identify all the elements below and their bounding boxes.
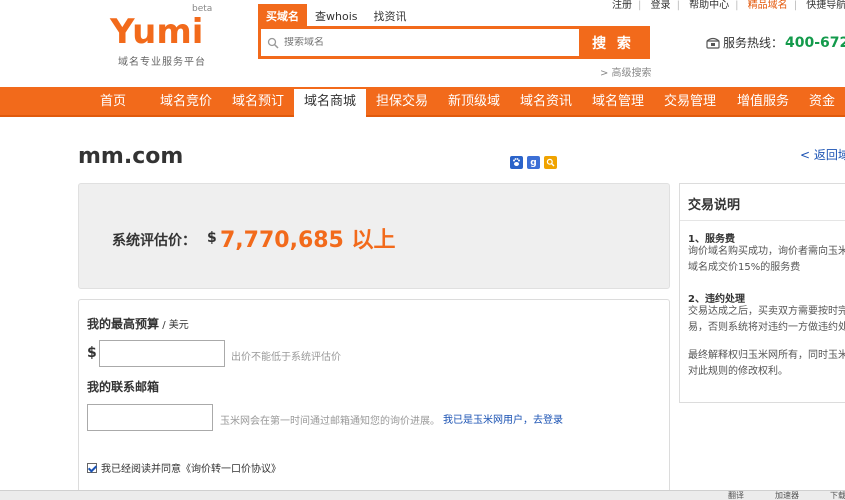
back-link[interactable]: < 返回域 bbox=[800, 146, 845, 163]
hotline-number: 400-672- bbox=[785, 34, 845, 51]
quick-nav-link[interactable]: 快捷导航 bbox=[806, 0, 845, 11]
section-text: 对此规则的修改权利。 bbox=[688, 366, 788, 377]
inquiry-form: 我的最高预算 / 美元 $ 出价不能低于系统评估价 我的联系邮箱 玉米网会在第一… bbox=[78, 299, 670, 500]
search-icon bbox=[267, 37, 279, 49]
help-center-link[interactable]: 帮助中心 bbox=[689, 0, 729, 11]
accelerator-button[interactable]: 加速器 bbox=[775, 490, 799, 500]
separator: | bbox=[735, 0, 739, 11]
email-label: 我的联系邮箱 bbox=[87, 380, 160, 394]
main-nav: 首页 域名竞价 域名预订 域名商城 担保交易 新顶级域 域名资讯 域名管理 交易… bbox=[0, 87, 845, 139]
section-text: 易，否则系统将对违约一方做违约处罚 bbox=[688, 322, 845, 333]
logo-tagline: 域名专业服务平台 bbox=[118, 57, 206, 68]
section-title: 1、服务费 bbox=[688, 234, 735, 245]
nav-domain-mall[interactable]: 域名商城 bbox=[294, 89, 367, 117]
agree-label: 我已经阅读并同意《询价转一口价协议》 bbox=[101, 464, 281, 475]
valuation-amount: 7,770,685 以上 bbox=[220, 228, 396, 253]
section-text: 最终解释权归玉米网所有，同时玉米网 bbox=[688, 350, 845, 361]
nav-value-added[interactable]: 增值服务 bbox=[737, 87, 789, 117]
budget-hint: 出价不能低于系统评估价 bbox=[231, 352, 341, 363]
nav-backorder[interactable]: 域名预订 bbox=[232, 87, 284, 117]
search-input[interactable] bbox=[284, 37, 564, 48]
valuation-box: 系统评估价： $ 7,770,685 以上 bbox=[78, 183, 670, 289]
nav-trade-manage[interactable]: 交易管理 bbox=[664, 87, 716, 117]
logo-beta-tag: beta bbox=[192, 4, 213, 14]
valuation-currency: $ bbox=[207, 230, 217, 246]
translate-button[interactable]: 翻译 bbox=[728, 490, 744, 500]
budget-currency: $ bbox=[87, 345, 97, 361]
premium-domains-link[interactable]: 精品域名 bbox=[748, 0, 788, 11]
search-field[interactable] bbox=[261, 29, 579, 56]
section-text: 询价域名购买成功，询价者需向玉米网 bbox=[688, 246, 845, 257]
hotline: 服务热线： 400-672- bbox=[706, 34, 845, 51]
section-text: 交易达成之后，买卖双方需要按时完成 bbox=[688, 306, 845, 317]
email-field[interactable] bbox=[87, 404, 213, 431]
search-bar: 搜 索 bbox=[258, 26, 650, 59]
agree-checkbox[interactable] bbox=[87, 462, 97, 473]
budget-label-text: 我的最高预算 bbox=[87, 317, 160, 331]
phone-icon bbox=[706, 37, 720, 49]
search-button[interactable]: 搜 索 bbox=[579, 29, 647, 56]
nav-escrow[interactable]: 担保交易 bbox=[376, 87, 428, 117]
separator: | bbox=[676, 0, 680, 11]
budget-unit: / 美元 bbox=[159, 320, 189, 331]
site-logo[interactable]: Yumi beta 域名专业服务平台 bbox=[110, 4, 220, 68]
tab-buy-domain[interactable]: 买域名 bbox=[258, 4, 307, 26]
top-links: 注册 | 登录 | 帮助中心 | 精品域名 | 快捷导航 bbox=[612, 0, 845, 11]
search-tabs: 买域名 查whois 找资讯 bbox=[258, 4, 415, 26]
separator: | bbox=[638, 0, 642, 11]
budget-input[interactable] bbox=[99, 340, 225, 367]
domain-title: mm.com bbox=[78, 144, 184, 169]
agreement[interactable]: 我已经阅读并同意《询价转一口价协议》 bbox=[87, 460, 281, 475]
nav-domain-manage[interactable]: 域名管理 bbox=[592, 87, 644, 117]
section-title: 2、违约处理 bbox=[688, 294, 745, 305]
valuation-label: 系统评估价： bbox=[112, 233, 196, 249]
nav-news[interactable]: 域名资讯 bbox=[520, 87, 572, 117]
register-link[interactable]: 注册 bbox=[612, 0, 632, 11]
divider bbox=[680, 220, 845, 221]
tab-news[interactable]: 找资讯 bbox=[366, 4, 415, 26]
login-link[interactable]: 登录 bbox=[651, 0, 671, 11]
nav-funds[interactable]: 资金账 bbox=[809, 87, 845, 139]
trade-notes-panel: 交易说明 1、服务费 询价域名购买成功，询价者需向玉米网 域名成交价15%的服务… bbox=[679, 183, 845, 403]
share-icons: g bbox=[510, 156, 557, 169]
nav-new-gtld[interactable]: 新顶级域 bbox=[448, 87, 500, 117]
panel-title: 交易说明 bbox=[688, 198, 741, 213]
section-text: 域名成交价15%的服务费 bbox=[688, 262, 801, 273]
baidu-icon[interactable] bbox=[510, 156, 523, 169]
nav-auction[interactable]: 域名竞价 bbox=[160, 87, 212, 117]
email-hint: 玉米网会在第一时间通过邮箱通知您的询价进展。 bbox=[220, 416, 440, 427]
nav-home[interactable]: 首页 bbox=[100, 87, 126, 117]
logo-wordmark: Yumi bbox=[110, 12, 204, 52]
hotline-label: 服务热线： bbox=[723, 36, 784, 50]
budget-label: 我的最高预算 / 美元 bbox=[87, 315, 189, 332]
search-engine-icon[interactable] bbox=[544, 156, 557, 169]
browser-status-bar: 翻译 加速器 下载 bbox=[0, 490, 845, 500]
advanced-search-link[interactable]: > 高级搜索 bbox=[600, 64, 652, 79]
login-link[interactable]: 我已是玉米网用户，去登录 bbox=[443, 411, 563, 426]
download-button[interactable]: 下载 bbox=[830, 490, 845, 500]
google-icon[interactable]: g bbox=[527, 156, 540, 169]
tab-whois[interactable]: 查whois bbox=[307, 4, 366, 26]
separator: | bbox=[793, 0, 798, 11]
